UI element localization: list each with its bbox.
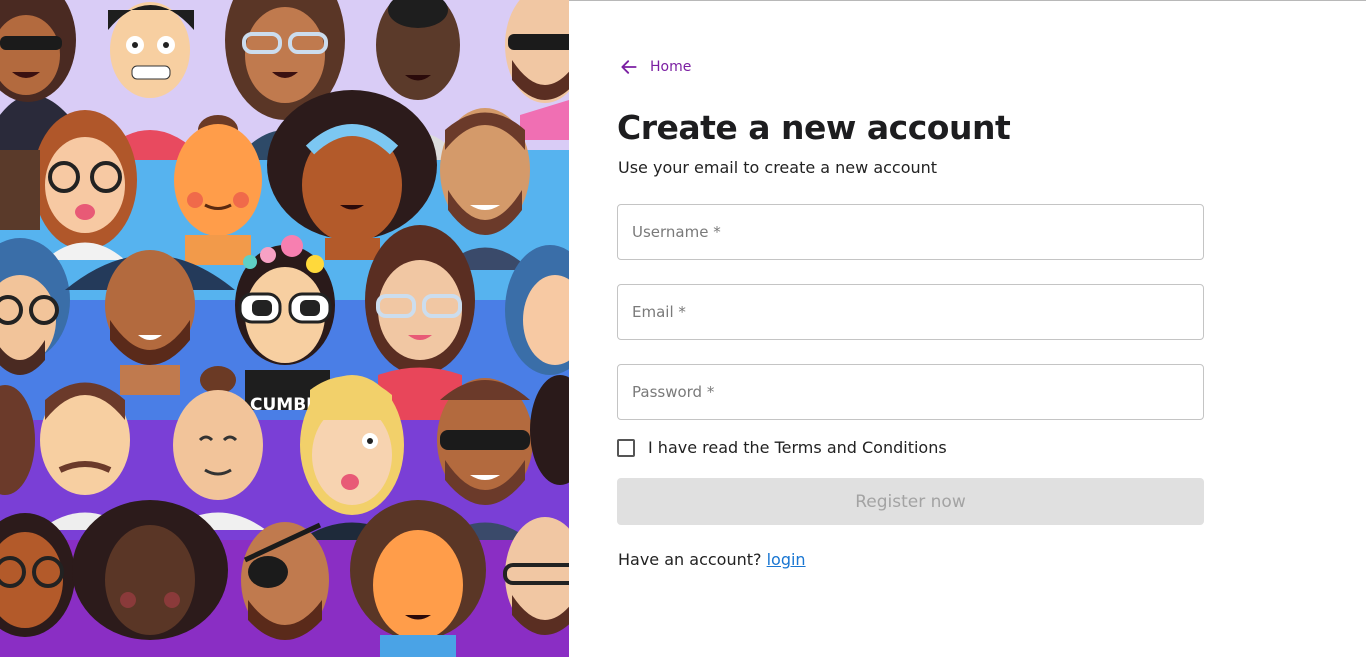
terms-label: I have read the Terms and Conditions <box>648 438 947 457</box>
arrow-left-icon <box>621 60 637 74</box>
page-subtitle: Use your email to create a new account <box>618 158 938 177</box>
terms-row[interactable]: I have read the Terms and Conditions <box>617 438 947 457</box>
username-field <box>617 204 1204 260</box>
home-link-label: Home <box>650 59 692 75</box>
login-prompt: Have an account? login <box>618 550 806 569</box>
login-prompt-text: Have an account? <box>618 550 767 569</box>
home-link[interactable]: Home <box>619 57 691 77</box>
password-field <box>617 364 1204 420</box>
username-input[interactable] <box>618 205 1203 259</box>
people-illustration: CUMBIA <box>0 0 569 657</box>
register-button[interactable]: Register now <box>617 478 1204 525</box>
page-title: Create a new account <box>617 108 1011 147</box>
email-input[interactable] <box>618 285 1203 339</box>
register-form-panel: Home Create a new account Use your email… <box>569 0 1366 657</box>
login-link[interactable]: login <box>767 550 806 569</box>
password-input[interactable] <box>618 365 1203 419</box>
email-field <box>617 284 1204 340</box>
terms-checkbox[interactable] <box>617 438 635 457</box>
